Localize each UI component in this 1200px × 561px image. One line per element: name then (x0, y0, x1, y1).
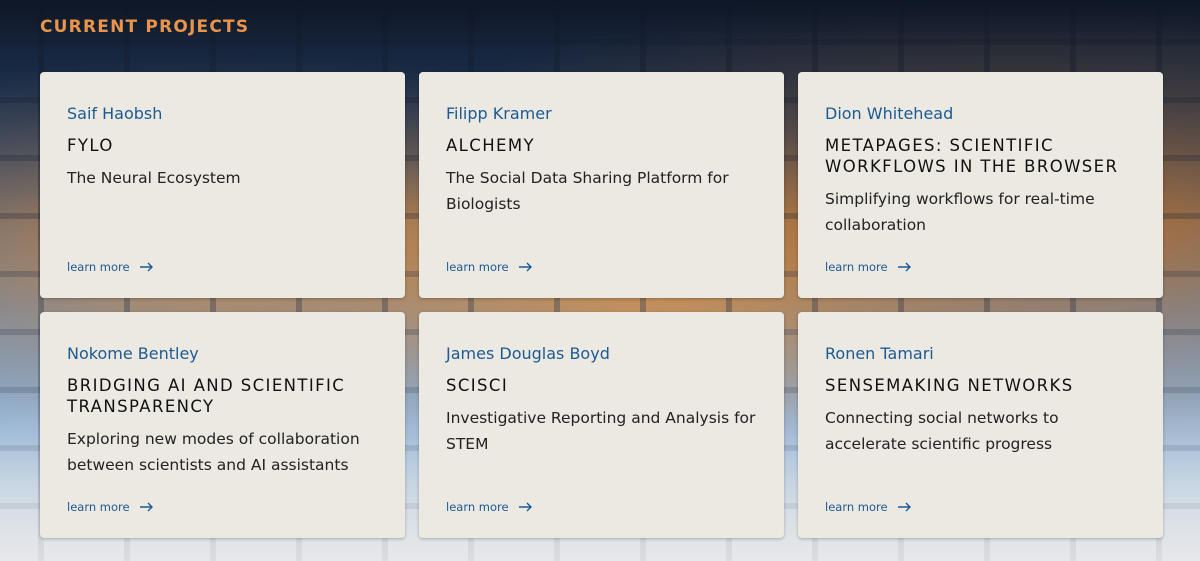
project-title: BRIDGING AI AND SCIENTIFIC TRANSPARENCY (67, 376, 346, 416)
section-title: CURRENT PROJECTS (40, 17, 250, 37)
project-card[interactable]: Saif Haobsh FYLO The Neural Ecosystem le… (40, 72, 405, 298)
arrow-right-icon (518, 502, 532, 512)
arrow-right-icon (139, 502, 153, 512)
learn-more-label: learn more (825, 500, 888, 514)
learn-more-link[interactable]: learn more (446, 500, 533, 514)
arrow-right-icon (518, 262, 532, 272)
arrow-right-icon (897, 262, 911, 272)
project-card[interactable]: Dion Whitehead METAPAGES: SCIENTIFIC WOR… (798, 72, 1163, 298)
project-description: Exploring new modes of collaboration bet… (67, 430, 360, 474)
project-author[interactable]: James Douglas Boyd (446, 344, 757, 364)
project-title: ALCHEMY (446, 136, 535, 155)
learn-more-label: learn more (67, 260, 130, 274)
project-description: The Neural Ecosystem (67, 169, 241, 187)
project-title: SENSEMAKING NETWORKS (825, 376, 1074, 395)
project-card[interactable]: Filipp Kramer ALCHEMY The Social Data Sh… (419, 72, 784, 298)
learn-more-link[interactable]: learn more (825, 500, 912, 514)
project-card[interactable]: Ronen Tamari SENSEMAKING NETWORKS Connec… (798, 312, 1163, 538)
project-description: Connecting social networks to accelerate… (825, 409, 1059, 453)
project-author[interactable]: Ronen Tamari (825, 344, 1136, 364)
projects-grid: Saif Haobsh FYLO The Neural Ecosystem le… (40, 72, 1163, 538)
learn-more-label: learn more (446, 500, 509, 514)
project-description: The Social Data Sharing Platform for Bio… (446, 169, 729, 213)
learn-more-label: learn more (67, 500, 130, 514)
arrow-right-icon (139, 262, 153, 272)
project-author[interactable]: Dion Whitehead (825, 104, 1136, 124)
learn-more-link[interactable]: learn more (67, 500, 154, 514)
project-description: Simplifying workflows for real-time coll… (825, 190, 1095, 234)
project-author[interactable]: Nokome Bentley (67, 344, 378, 364)
project-description: Investigative Reporting and Analysis for… (446, 409, 756, 453)
learn-more-link[interactable]: learn more (825, 260, 912, 274)
project-title: SCISCI (446, 376, 509, 395)
project-card[interactable]: Nokome Bentley BRIDGING AI AND SCIENTIFI… (40, 312, 405, 538)
project-card[interactable]: James Douglas Boyd SCISCI Investigative … (419, 312, 784, 538)
learn-more-label: learn more (446, 260, 509, 274)
learn-more-label: learn more (825, 260, 888, 274)
learn-more-link[interactable]: learn more (446, 260, 533, 274)
learn-more-link[interactable]: learn more (67, 260, 154, 274)
arrow-right-icon (897, 502, 911, 512)
project-title: METAPAGES: SCIENTIFIC WORKFLOWS IN THE B… (825, 136, 1119, 176)
project-author[interactable]: Saif Haobsh (67, 104, 378, 124)
project-title: FYLO (67, 136, 114, 155)
project-author[interactable]: Filipp Kramer (446, 104, 757, 124)
